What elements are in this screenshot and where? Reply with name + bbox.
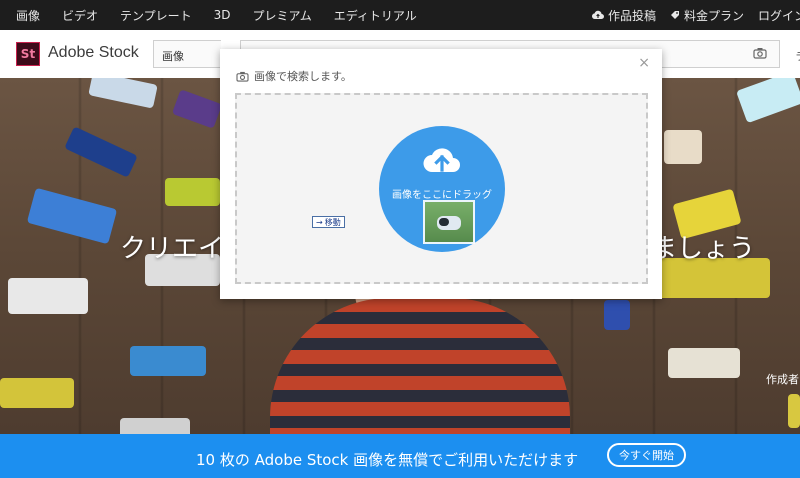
upload-circle[interactable]: 画像をここにドラッグ bbox=[379, 126, 505, 252]
nav-item-editorial[interactable]: エディトリアル bbox=[334, 7, 417, 24]
start-now-button[interactable]: 今すぐ開始 bbox=[607, 443, 686, 467]
nav-account: 作品投稿 料金プラン ログイン bbox=[578, 0, 800, 30]
nav-item-templates[interactable]: テンプレート bbox=[120, 7, 192, 24]
toy-car bbox=[8, 278, 88, 314]
author-credit[interactable]: 作成者 bbox=[766, 371, 799, 387]
nav-item-videos[interactable]: ビデオ bbox=[62, 7, 98, 24]
banner-text: 10 枚の Adobe Stock 画像を無償でご利用いただけます bbox=[196, 451, 579, 469]
tag-icon bbox=[670, 11, 679, 19]
nav-categories: 画像 ビデオ テンプレート 3D プレミアム エディトリアル bbox=[16, 0, 439, 30]
move-tooltip: → 移動 bbox=[312, 216, 345, 228]
nav-item-pricing[interactable]: 料金プラン bbox=[670, 7, 744, 24]
cloud-upload-icon bbox=[423, 148, 460, 172]
free-trial-banner: 10 枚の Adobe Stock 画像を無償でご利用いただけます 今すぐ開始 bbox=[0, 434, 800, 478]
adobe-stock-logo[interactable]: St bbox=[16, 42, 40, 66]
arrow-right-icon: → bbox=[316, 217, 323, 227]
search-type-select[interactable]: 画像 bbox=[153, 40, 221, 68]
move-tooltip-label: 移動 bbox=[324, 217, 341, 227]
nav-item-login[interactable]: ログイン bbox=[758, 7, 800, 24]
toy-car bbox=[120, 418, 190, 434]
nav-item-contribute[interactable]: 作品投稿 bbox=[591, 7, 656, 24]
image-search-dialog: 画像で検索します。 × 画像をここにドラッグ → 移動 bbox=[220, 49, 662, 299]
drag-instruction: 画像をここにドラッグ bbox=[392, 190, 492, 201]
toy-car bbox=[735, 78, 800, 124]
hero-headline-left: クリエイ bbox=[120, 234, 225, 264]
toy-car bbox=[26, 187, 118, 245]
dog-patch bbox=[439, 218, 449, 226]
dialog-title-text: 画像で検索します。 bbox=[254, 70, 352, 83]
toy-car bbox=[668, 348, 740, 378]
cloud-upload-icon bbox=[591, 10, 604, 20]
hero-headline-right: ましょう bbox=[651, 234, 756, 264]
toy-car bbox=[88, 78, 158, 109]
nav-contribute-label: 作品投稿 bbox=[607, 8, 656, 23]
nav-item-images[interactable]: 画像 bbox=[16, 7, 40, 24]
toy-car bbox=[130, 346, 206, 376]
child-shirt bbox=[270, 298, 570, 434]
dialog-title: 画像で検索します。 bbox=[236, 68, 352, 84]
top-nav: 画像 ビデオ テンプレート 3D プレミアム エディトリアル 作品投稿 料金プラ… bbox=[0, 0, 800, 30]
toy-car bbox=[0, 378, 74, 408]
toy-car bbox=[604, 300, 630, 330]
toy-car bbox=[664, 130, 702, 164]
dragged-image-thumbnail bbox=[423, 200, 475, 244]
logo-text: St bbox=[20, 47, 36, 61]
image-dropzone[interactable]: 画像をここにドラッグ → 移動 bbox=[235, 93, 648, 284]
toy-car bbox=[788, 394, 800, 428]
close-icon[interactable]: × bbox=[638, 55, 650, 71]
camera-icon[interactable] bbox=[753, 47, 767, 59]
nav-pricing-label: 料金プラン bbox=[683, 8, 744, 23]
nav-item-premium[interactable]: プレミアム bbox=[253, 7, 312, 24]
toy-car bbox=[171, 89, 223, 129]
camera-icon bbox=[236, 71, 249, 82]
nav-login-label: ログイン bbox=[757, 8, 800, 23]
toy-car bbox=[64, 126, 138, 178]
toy-car bbox=[165, 178, 220, 206]
nav-item-3d[interactable]: 3D bbox=[214, 8, 231, 22]
brand-name[interactable]: Adobe Stock bbox=[48, 44, 139, 62]
header-extra-text: ラ bbox=[795, 48, 800, 64]
